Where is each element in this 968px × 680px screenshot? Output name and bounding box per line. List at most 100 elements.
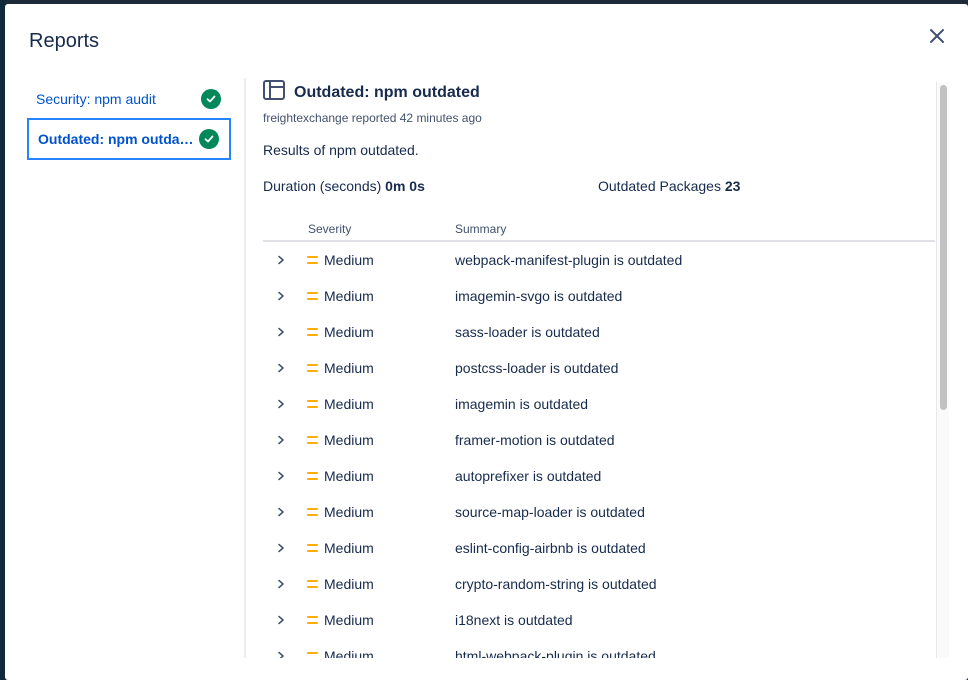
severity-label: Medium <box>324 648 374 658</box>
medium-priority-icon <box>307 328 318 336</box>
chevron-right-icon[interactable] <box>273 468 289 484</box>
sidebar-item-label: Security: npm audit <box>36 91 156 107</box>
table-body: Medium webpack-manifest-plugin is outdate… <box>263 242 935 658</box>
severity-cell: Medium <box>307 432 374 448</box>
panel-layout-icon <box>263 80 285 105</box>
severity-cell: Medium <box>307 648 374 658</box>
summary-cell: i18next is outdated <box>455 612 573 628</box>
table-row[interactable]: Medium crypto-random-string is outdated <box>263 566 935 602</box>
content-scrollbar[interactable] <box>936 82 949 658</box>
summary-cell: source-map-loader is outdated <box>455 504 645 520</box>
medium-priority-icon <box>307 436 318 444</box>
check-circle-icon <box>199 129 219 149</box>
report-description: Results of npm outdated. <box>263 142 419 158</box>
severity-label: Medium <box>324 360 374 376</box>
chevron-right-icon[interactable] <box>273 576 289 592</box>
medium-priority-icon <box>307 472 318 480</box>
chevron-right-icon[interactable] <box>273 288 289 304</box>
close-icon <box>929 28 945 49</box>
column-header-severity: Severity <box>308 222 352 236</box>
summary-cell: imagemin-svgo is outdated <box>455 288 623 304</box>
table-row[interactable]: Medium source-map-loader is outdated <box>263 494 935 530</box>
chevron-right-icon[interactable] <box>273 252 289 268</box>
chevron-right-icon[interactable] <box>273 396 289 412</box>
severity-label: Medium <box>324 468 374 484</box>
sidebar-item-outdated-npm-outdated[interactable]: Outdated: npm outdated <box>27 118 231 160</box>
duration-value: 0m 0s <box>385 178 425 194</box>
medium-priority-icon <box>307 652 318 658</box>
table-row[interactable]: Medium autoprefixer is outdated <box>263 458 935 494</box>
severity-label: Medium <box>324 612 374 628</box>
severity-label: Medium <box>324 540 374 556</box>
summary-cell: autoprefixer is outdated <box>455 468 602 484</box>
severity-label: Medium <box>324 576 374 592</box>
check-circle-icon <box>201 89 221 109</box>
table-row[interactable]: Medium imagemin is outdated <box>263 386 935 422</box>
medium-priority-icon <box>307 364 318 372</box>
report-sidebar: Security: npm audit Outdated: npm outdat… <box>25 78 235 160</box>
summary-cell: webpack-manifest-plugin is outdated <box>455 252 683 268</box>
medium-priority-icon <box>307 256 318 264</box>
report-content: Outdated: npm outdated freightexchange r… <box>246 78 948 658</box>
severity-cell: Medium <box>307 576 374 592</box>
table-row[interactable]: Medium framer-motion is outdated <box>263 422 935 458</box>
medium-priority-icon <box>307 400 318 408</box>
severity-cell: Medium <box>307 612 374 628</box>
reports-modal: Reports Security: npm audit Outdated: np… <box>5 4 968 680</box>
severity-cell: Medium <box>307 540 374 556</box>
summary-cell: sass-loader is outdated <box>455 324 600 340</box>
chevron-right-icon[interactable] <box>273 324 289 340</box>
severity-label: Medium <box>324 396 374 412</box>
medium-priority-icon <box>307 292 318 300</box>
medium-priority-icon <box>307 508 318 516</box>
summary-cell: imagemin is outdated <box>455 396 589 412</box>
duration-label: Duration (seconds) <box>263 178 382 194</box>
sidebar-item-security-npm-audit[interactable]: Security: npm audit <box>27 78 231 120</box>
report-header: Outdated: npm outdated <box>263 80 480 105</box>
table-row[interactable]: Medium html-webpack-plugin is outdated <box>263 638 935 658</box>
sidebar-item-label: Outdated: npm outdated <box>38 131 198 147</box>
report-meta: freightexchange reported 42 minutes ago <box>263 111 482 125</box>
severity-cell: Medium <box>307 360 374 376</box>
summary-cell: html-webpack-plugin is outdated <box>455 648 656 658</box>
table-row[interactable]: Medium eslint-config-airbnb is outdated <box>263 530 935 566</box>
column-header-summary: Summary <box>455 222 507 236</box>
severity-label: Medium <box>324 288 374 304</box>
medium-priority-icon <box>307 580 318 588</box>
severity-cell: Medium <box>307 396 374 412</box>
severity-cell: Medium <box>307 504 374 520</box>
severity-label: Medium <box>324 252 374 268</box>
chevron-right-icon[interactable] <box>273 540 289 556</box>
severity-cell: Medium <box>307 324 374 340</box>
packages-stat: Outdated Packages 23 <box>598 178 740 194</box>
table-row[interactable]: Medium sass-loader is outdated <box>263 314 935 350</box>
packages-value: 23 <box>724 178 741 194</box>
summary-cell: crypto-random-string is outdated <box>455 576 657 592</box>
chevron-right-icon[interactable] <box>273 360 289 376</box>
chevron-right-icon[interactable] <box>273 648 289 658</box>
close-button[interactable] <box>925 26 949 50</box>
table-header: Severity Summary <box>263 216 935 242</box>
severity-cell: Medium <box>307 288 374 304</box>
summary-cell: postcss-loader is outdated <box>455 360 619 376</box>
scrollbar-thumb[interactable] <box>940 85 947 410</box>
severity-cell: Medium <box>307 252 374 268</box>
table-row[interactable]: Medium webpack-manifest-plugin is outdate… <box>263 242 935 278</box>
severity-label: Medium <box>324 432 374 448</box>
severity-label: Medium <box>324 324 374 340</box>
chevron-right-icon[interactable] <box>273 504 289 520</box>
table-row[interactable]: Medium i18next is outdated <box>263 602 935 638</box>
severity-cell: Medium <box>307 468 374 484</box>
medium-priority-icon <box>307 616 318 624</box>
report-title: Outdated: npm outdated <box>294 83 480 101</box>
packages-label: Outdated Packages <box>598 178 721 194</box>
table-row[interactable]: Medium imagemin-svgo is outdated <box>263 278 935 314</box>
chevron-right-icon[interactable] <box>273 612 289 628</box>
table-row[interactable]: Medium postcss-loader is outdated <box>263 350 935 386</box>
medium-priority-icon <box>307 544 318 552</box>
chevron-right-icon[interactable] <box>273 432 289 448</box>
summary-cell: framer-motion is outdated <box>455 432 615 448</box>
duration-stat: Duration (seconds) 0m 0s <box>263 178 425 194</box>
severity-label: Medium <box>324 504 374 520</box>
modal-title: Reports <box>29 30 100 52</box>
